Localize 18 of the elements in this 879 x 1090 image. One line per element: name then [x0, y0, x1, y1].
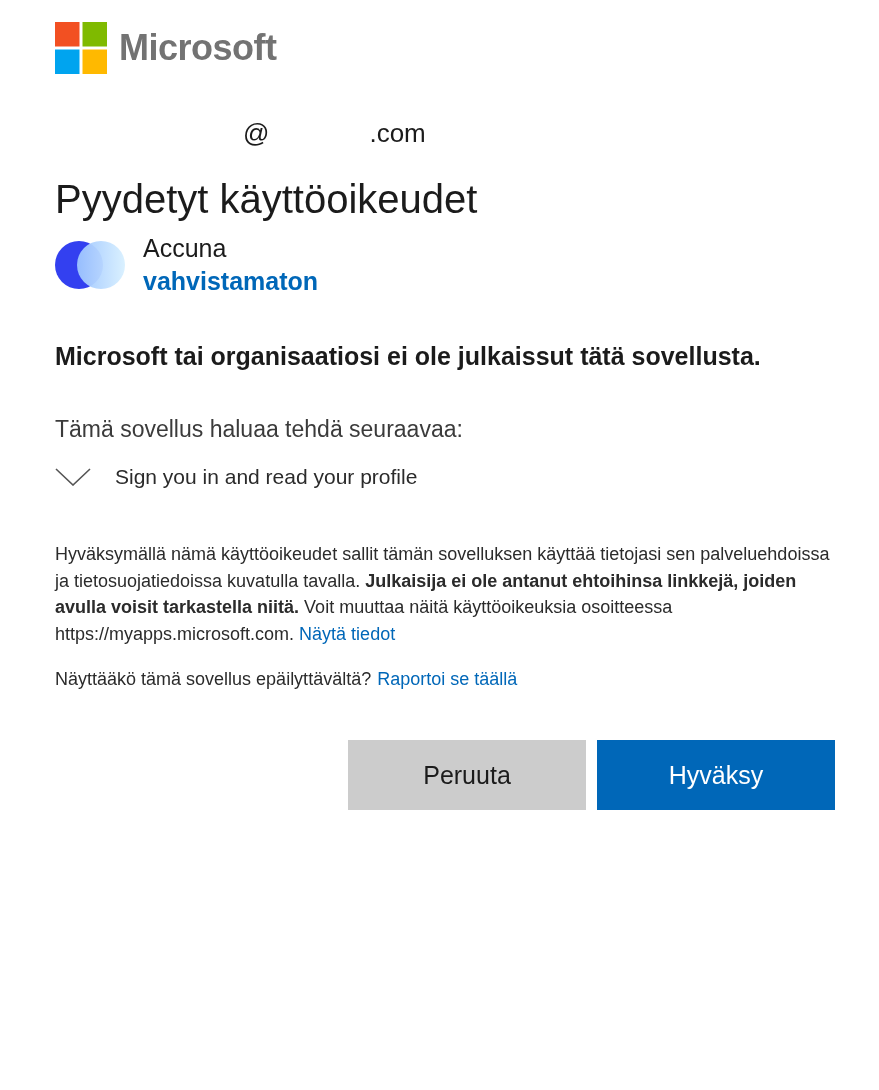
app-icon	[55, 240, 125, 290]
accept-button[interactable]: Hyväksy	[597, 740, 835, 811]
cancel-button[interactable]: Peruuta	[348, 740, 586, 811]
logo-icon	[55, 22, 107, 74]
chevron-down-icon[interactable]	[55, 468, 91, 487]
app-name: Accuna	[143, 234, 228, 263]
details-link[interactable]: Näytä tiedot	[299, 623, 396, 644]
publisher-status: vahvistamaton	[143, 267, 319, 296]
intro-text: Tämä sovellus haluaa tehdä seuraavaa:	[55, 416, 464, 444]
account-at: @	[243, 118, 270, 149]
account-domain: .com	[369, 118, 426, 149]
permission-label: Sign you in and read your profile	[115, 465, 418, 490]
page-title: Pyydetyt käyttöoikeudet	[55, 177, 479, 222]
consent-text: Hyväksymällä nämä käyttöoikeudet sallit tämän sovelluksen käyttää tietojasi sen palveluehdoissa ja tietosuojatiedoissa kuvatulla tavalla. Julkaisija ei ole antanut ehtoihinsa linkkejä, joiden avulla voisit tarkastella niitä. Voit muuttaa näitä käyttöoikeuksia osoitteessa https://myapps.microsoft.com. Näytä tiedot	[55, 543, 831, 646]
report-link[interactable]: Raportoi se täällä	[377, 669, 518, 691]
logo-text: Microsoft	[119, 27, 277, 69]
report-question: Näyttääkö tämä sovellus epäilyttävältä?	[55, 669, 372, 691]
warning-text: Microsoft tai organisaatiosi ei ole julkaissut tätä sovellusta.	[55, 341, 762, 372]
